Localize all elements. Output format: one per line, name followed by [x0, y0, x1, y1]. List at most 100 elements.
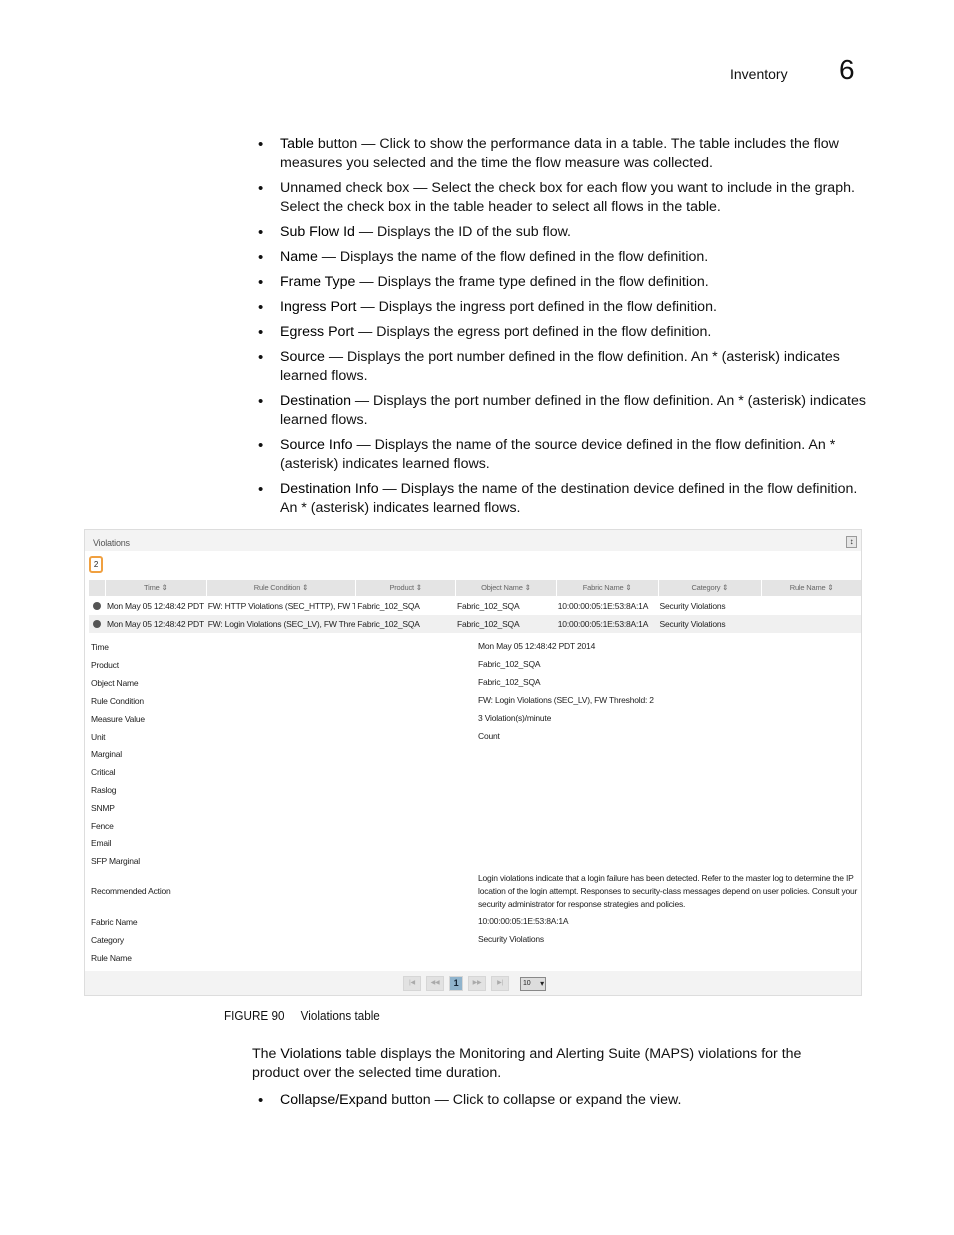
panel-title: Violations — [93, 538, 130, 548]
column-header[interactable]: Rule Name ⇕ — [761, 580, 861, 596]
column-header[interactable]: Product ⇕ — [355, 580, 455, 596]
term: Sub Flow Id — [280, 224, 355, 240]
detail-value: FW: Login Violations (SEC_LV), FW Thresh… — [478, 695, 654, 705]
running-header-section: Inventory — [730, 66, 788, 82]
detail-value: Fabric_102_SQA — [478, 659, 541, 669]
table-row[interactable]: Mon May 05 12:48:42 PDT 2 FW: HTTP Violat… — [89, 597, 861, 615]
term: Table — [280, 136, 314, 152]
list-item: Frame Type — Displays the frame type def… — [258, 273, 873, 292]
expand-row-icon[interactable] — [92, 602, 101, 610]
detail-label: Raslog — [91, 785, 117, 795]
detail-label: Unit — [91, 732, 106, 742]
detail-label: SFP Marginal — [91, 856, 140, 866]
table-cell: Security Violations — [659, 601, 726, 611]
figure-caption: FIGURE 90 Violations table — [224, 1008, 380, 1023]
list-item: Table button — Click to show the perform… — [258, 135, 873, 173]
table-cell: Fabric_102_SQA — [357, 619, 420, 629]
detail-value: Fabric_102_SQA — [478, 677, 541, 687]
table-cell: FW: Login Violations (SEC_LV), FW Thre — [207, 619, 356, 629]
expand-row-icon[interactable] — [92, 620, 101, 628]
detail-label: SNMP — [91, 803, 115, 813]
description: — Displays the egress port defined in th… — [354, 324, 712, 340]
table-cell: Fabric_102_SQA — [357, 601, 420, 611]
button-description-list: Collapse/Expand button — Click to collap… — [258, 1091, 873, 1116]
list-item: Sub Flow Id — Displays the ID of the sub… — [258, 223, 873, 242]
table-cell: 10:00:00:05:1E:53:8A:1A — [557, 619, 649, 629]
table-cell: FW: HTTP Violations (SEC_HTTP), FW T — [207, 601, 356, 611]
term: Violations — [280, 1046, 342, 1062]
detail-label: Critical — [91, 767, 116, 777]
detail-label: Measure Value — [91, 714, 145, 724]
detail-label: Rule Condition — [91, 696, 144, 706]
list-item: Source Info — Displays the name of the s… — [258, 436, 873, 474]
description: Unnamed check box — Select the check box… — [280, 180, 855, 215]
next-page-button[interactable]: ▶▶ — [468, 976, 486, 991]
first-page-button[interactable]: |◀ — [403, 976, 421, 991]
term: Source — [280, 349, 325, 365]
description: — Displays the name of the source device… — [280, 437, 836, 472]
table-cell: 10:00:00:05:1E:53:8A:1A — [557, 601, 649, 611]
list-item: Destination Info — Displays the name of … — [258, 480, 873, 518]
description: — Displays the port number defined in th… — [280, 349, 840, 384]
table-cell: Security Violations — [659, 619, 726, 629]
detail-value: 10:00:00:05:1E:53:8A:1A — [478, 916, 569, 926]
description: — Displays the name of the flow defined … — [317, 249, 709, 265]
list-item: Source — Displays the port number define… — [258, 348, 873, 386]
table-row[interactable]: Mon May 05 12:48:42 PDT 2 FW: Login Viola… — [89, 615, 861, 633]
violations-panel-screenshot: Violations ↕ 2 Time ⇕ Rule Condition ⇕ Pro… — [84, 529, 862, 996]
list-item: Ingress Port — Displays the ingress port… — [258, 298, 873, 317]
body-paragraph: The Violations table displays the Monito… — [252, 1046, 802, 1081]
description: — Displays the ingress port defined in t… — [356, 299, 717, 315]
table-cell: Mon May 05 12:48:42 PDT 2 — [106, 619, 206, 629]
list-item: Egress Port — Displays the egress port d… — [258, 323, 873, 342]
detail-label: Rule Name — [91, 953, 132, 963]
detail-value: Count — [478, 731, 500, 741]
description: — Displays the ID of the sub flow. — [354, 224, 571, 240]
term: Frame Type — [280, 274, 356, 290]
detail-label: Category — [91, 935, 124, 945]
term: Egress Port — [280, 324, 355, 340]
list-item: Collapse/Expand button — Click to collap… — [258, 1091, 873, 1110]
detail-value: Mon May 05 12:48:42 PDT 2014 — [478, 641, 596, 651]
figure-label: FIGURE 90 — [224, 1008, 285, 1023]
column-header[interactable]: Time ⇕ — [104, 580, 206, 596]
detail-label: Object Name — [91, 678, 139, 688]
violation-count-badge: 2 — [89, 556, 103, 573]
term: Name — [280, 249, 318, 265]
description: button — Click to show the performance d… — [280, 136, 839, 171]
table-cell: Fabric_102_SQA — [457, 619, 520, 629]
list-item: Unnamed check box — Select the check box… — [258, 179, 873, 217]
detail-label: Fence — [91, 821, 114, 831]
description: button — Click to collapse or expand the… — [387, 1092, 682, 1108]
term: Source Info — [280, 437, 353, 453]
term: Destination — [280, 393, 351, 409]
prev-page-button[interactable]: ◀◀ — [426, 976, 444, 991]
table-header: Time ⇕ Rule Condition ⇕ Product ⇕ Object Na… — [89, 580, 861, 596]
detail-value: 3 Violation(s)/minute — [478, 713, 552, 723]
detail-value: Login violations indicate that a login f… — [478, 873, 858, 909]
page-size-select[interactable]: 10 — [520, 976, 546, 991]
term: Ingress Port — [280, 299, 357, 315]
description: — Displays the frame type defined in the… — [355, 274, 709, 290]
detail-label: Recommended Action — [91, 886, 171, 896]
field-description-list: Table button — Click to show the perform… — [258, 135, 873, 524]
list-item: Name — Displays the name of the flow def… — [258, 248, 873, 267]
collapse-expand-button[interactable]: ↕ — [846, 536, 857, 548]
detail-label: Product — [91, 660, 119, 670]
term: Collapse/Expand — [280, 1092, 388, 1108]
detail-label: Marginal — [91, 749, 122, 759]
column-header[interactable]: Fabric Name ⇕ — [555, 580, 658, 596]
table-cell: Fabric_102_SQA — [457, 601, 520, 611]
column-header[interactable]: Object Name ⇕ — [455, 580, 556, 596]
current-page-button[interactable]: 1 — [449, 976, 463, 991]
chapter-number: 6 — [839, 54, 855, 85]
detail-label: Fabric Name — [91, 917, 138, 927]
table-cell: Mon May 05 12:48:42 PDT 2 — [106, 601, 206, 611]
detail-label: Email — [91, 838, 112, 848]
column-header[interactable]: Category ⇕ — [657, 580, 762, 596]
list-item: Destination — Displays the port number d… — [258, 392, 873, 430]
pagination: |◀ ◀◀ 1 ▶▶ ▶| 10 — [403, 976, 546, 991]
figure-title: Violations table — [300, 1008, 380, 1023]
last-page-button[interactable]: ▶| — [491, 976, 509, 991]
column-header[interactable]: Rule Condition ⇕ — [205, 580, 356, 596]
